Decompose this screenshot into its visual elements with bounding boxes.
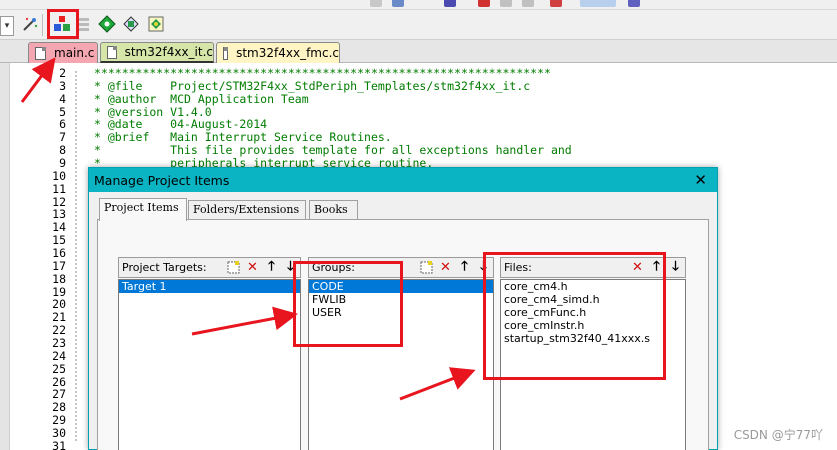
tab-stm32f4xx-fmc-c[interactable]: stm32f4xx_fmc.c: [216, 42, 340, 63]
tab-main-c[interactable]: main.c: [28, 42, 98, 63]
code-content: ****************************************…: [94, 67, 572, 170]
line-number: 10: [52, 168, 66, 183]
highlight-box-files: [483, 252, 666, 380]
close-icon[interactable]: ✕: [694, 171, 707, 189]
green-diamond-icon[interactable]: [96, 13, 118, 35]
new-target-button[interactable]: [224, 258, 243, 277]
highlight-box-groups: [293, 261, 403, 347]
line-number: 4: [59, 91, 66, 106]
line-number: 25: [52, 361, 66, 376]
tab-label: stm32f4xx_fmc.c: [236, 46, 339, 60]
tab-stm32f4xx-it-c[interactable]: stm32f4xx_it.c: [100, 42, 214, 63]
line-number: 16: [52, 246, 66, 261]
file-icon: [223, 46, 229, 60]
line-number: 18: [52, 271, 66, 286]
tab-project-items[interactable]: Project Items: [99, 198, 187, 221]
line-number: 23: [52, 336, 66, 351]
tab-label: main.c: [54, 46, 95, 60]
line-number: 9: [59, 156, 66, 171]
file-icon: [107, 45, 117, 59]
code-line: * @author MCD Application Team: [94, 91, 309, 106]
line-number: 8: [59, 143, 66, 158]
diamond-pack-icon[interactable]: [120, 13, 142, 35]
multi-component-icon[interactable]: [145, 13, 167, 35]
move-up-icon[interactable]: 🡑: [262, 258, 281, 277]
targets-header: Project Targets: ✕ 🡑 🡓: [118, 257, 301, 278]
editor-tabs: main.c stm32f4xx_it.c stm32f4xx_fmc.c: [0, 40, 837, 63]
watermark: CSDN @宁77吖: [733, 428, 823, 442]
top-toolbar-partial: [0, 0, 837, 10]
new-group-button[interactable]: [417, 258, 436, 277]
delete-group-button[interactable]: ✕: [436, 258, 455, 277]
line-number: 6: [59, 117, 66, 132]
line-number: 7: [59, 130, 66, 145]
dialog-titlebar: Manage Project Items: [89, 168, 717, 192]
targets-list[interactable]: Target 1: [118, 279, 301, 450]
move-up-icon[interactable]: 🡑: [455, 258, 474, 277]
tab-folders-extensions[interactable]: Folders/Extensions: [188, 200, 306, 220]
line-numbers: 2 3 4 5 6 7 8 9 10 11 12 13 14 15 16 17 18 19 20 21 22 23 24 25…: [10, 67, 66, 450]
dialog-title: Manage Project Items: [94, 172, 230, 188]
targets-label: Project Targets:: [122, 261, 207, 274]
build-toolbar: ▾: [0, 9, 837, 40]
fold-markers: [70, 67, 82, 447]
target-dropdown[interactable]: ▾: [0, 16, 14, 36]
line-number: 11: [52, 181, 66, 196]
line-number: 5: [59, 104, 66, 119]
move-down-icon[interactable]: 🡓: [666, 258, 685, 277]
code-line: * @file Project/STM32F4xx_StdPeriph_Temp…: [94, 78, 531, 93]
line-number: 2: [59, 66, 66, 80]
code-line: ****************************************…: [94, 66, 551, 80]
tab-label: stm32f4xx_it.c: [124, 45, 213, 59]
tab-books[interactable]: Books: [309, 200, 358, 220]
line-number: 30: [52, 426, 66, 441]
line-number: 17: [52, 258, 66, 273]
line-number: 31: [52, 438, 66, 450]
delete-target-button[interactable]: ✕: [243, 258, 262, 277]
highlight-box-toolbar: [47, 9, 79, 39]
target-list-item[interactable]: Target 1: [119, 280, 300, 293]
line-number: 24: [52, 348, 66, 363]
line-number: 3: [59, 78, 66, 93]
wand-icon[interactable]: [19, 13, 41, 35]
editor-gutter: [0, 63, 10, 450]
file-icon: [35, 46, 46, 60]
